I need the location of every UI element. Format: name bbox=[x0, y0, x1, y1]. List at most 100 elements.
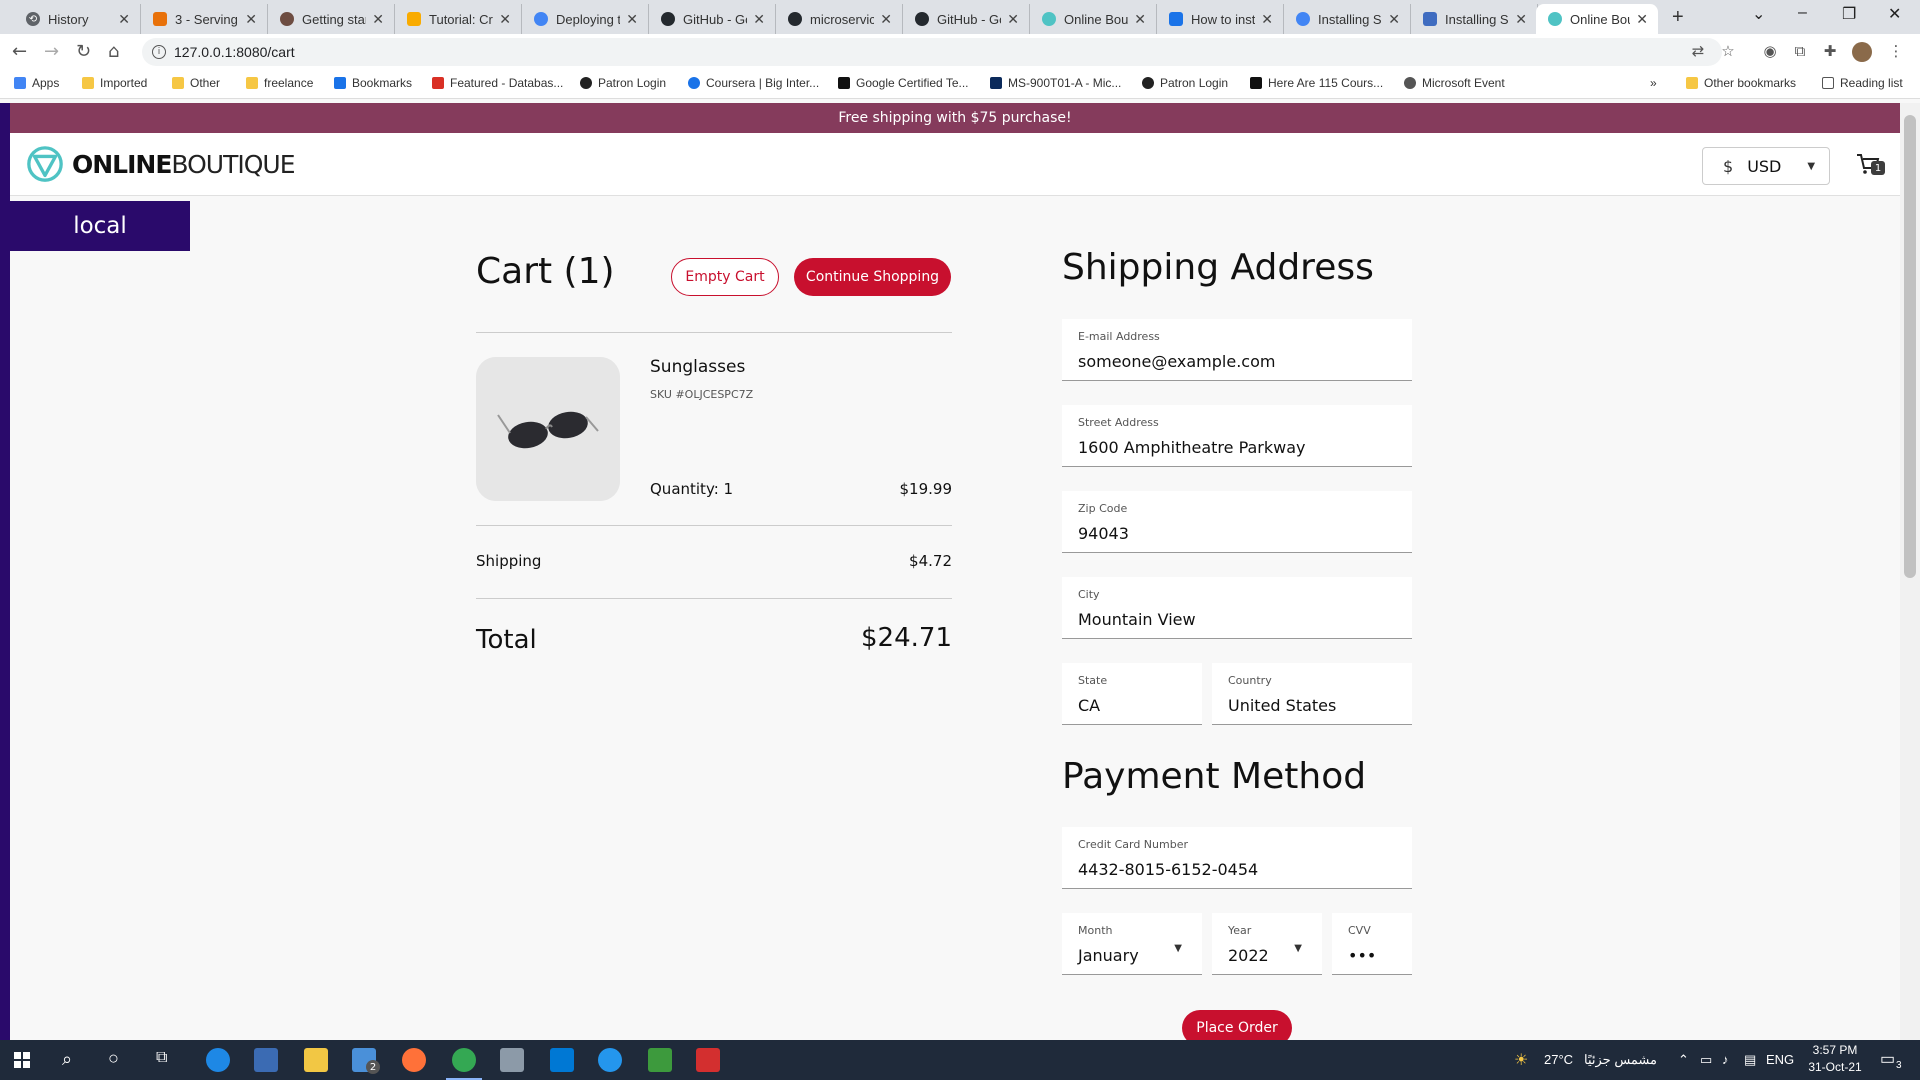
tray-chevron-icon[interactable]: ⌃ bbox=[1678, 1052, 1689, 1068]
bookmark-featured[interactable]: Featured - Databas... bbox=[432, 76, 563, 90]
firefox-icon[interactable] bbox=[402, 1048, 426, 1072]
vscode-icon[interactable] bbox=[550, 1048, 574, 1072]
windows-start-icon[interactable] bbox=[14, 1052, 30, 1068]
close-icon[interactable]: ✕ bbox=[1134, 11, 1146, 28]
notifications-icon[interactable]: ▭ bbox=[1880, 1049, 1895, 1069]
chrome-icon[interactable] bbox=[452, 1048, 476, 1072]
tab-getting-started[interactable]: Getting star ✕ bbox=[268, 4, 395, 34]
home-icon[interactable]: ⌂ bbox=[108, 41, 119, 62]
volume-icon[interactable]: ♪ bbox=[1722, 1052, 1729, 1067]
tab-github-2[interactable]: GitHub - Go ✕ bbox=[903, 4, 1030, 34]
cart-button[interactable]: 1 bbox=[1856, 153, 1886, 179]
menu-dots-icon[interactable]: ⋮ bbox=[1886, 42, 1906, 62]
store-icon[interactable] bbox=[254, 1048, 278, 1072]
display-icon[interactable]: ▤ bbox=[1744, 1052, 1756, 1068]
continue-shopping-button[interactable]: Continue Shopping bbox=[794, 258, 951, 296]
extension-icon[interactable]: ⧉ bbox=[1790, 42, 1810, 62]
bookmark-patron-login-2[interactable]: Patron Login bbox=[1142, 76, 1228, 90]
bookmark-patron-login-1[interactable]: Patron Login bbox=[580, 76, 666, 90]
close-icon[interactable]: ✕ bbox=[753, 11, 765, 28]
bookmark-coursera[interactable]: Coursera | Big Inter... bbox=[688, 76, 819, 90]
product-name[interactable]: Sunglasses bbox=[650, 357, 745, 377]
weather-text[interactable]: مشمس جزئيًا bbox=[1584, 1052, 1657, 1068]
close-icon[interactable]: ✕ bbox=[118, 11, 130, 28]
reading-list[interactable]: Reading list bbox=[1822, 76, 1903, 90]
extension-icon[interactable]: ◉ bbox=[1760, 42, 1780, 62]
close-icon[interactable]: ✕ bbox=[1388, 11, 1400, 28]
address-bar[interactable]: i 127.0.0.1:8080/cart bbox=[142, 38, 1722, 66]
empty-cart-button[interactable]: Empty Cart bbox=[671, 258, 779, 296]
tab-history[interactable]: ⟲ History ✕ bbox=[14, 4, 141, 34]
tab-github-1[interactable]: GitHub - Go ✕ bbox=[649, 4, 776, 34]
tab-online-boutique-1[interactable]: Online Bout ✕ bbox=[1030, 4, 1157, 34]
close-icon[interactable]: ✕ bbox=[1007, 11, 1019, 28]
acrobat-icon[interactable] bbox=[696, 1048, 720, 1072]
window-close-icon[interactable]: ✕ bbox=[1888, 4, 1901, 24]
email-field[interactable]: E-mail Address someone@example.com bbox=[1062, 319, 1412, 381]
bookmark-other-bookmarks[interactable]: Other bookmarks bbox=[1686, 76, 1796, 90]
cvv-field[interactable]: CVV ••• bbox=[1332, 913, 1412, 975]
scrollbar-thumb[interactable] bbox=[1904, 115, 1916, 578]
close-icon[interactable]: ✕ bbox=[880, 11, 892, 28]
bookmarks-overflow-icon[interactable]: » bbox=[1650, 76, 1657, 90]
bookmark-star-icon[interactable]: ☆ bbox=[1718, 42, 1738, 62]
bookmark-microsoft-event[interactable]: Microsoft Event bbox=[1404, 76, 1505, 90]
tab-online-boutique-active[interactable]: Online Bout ✕ bbox=[1536, 4, 1658, 34]
close-icon[interactable]: ✕ bbox=[1261, 11, 1273, 28]
expiry-month-select[interactable]: Month January ▼ bbox=[1062, 913, 1202, 975]
weather-temp[interactable]: 27°C bbox=[1544, 1052, 1573, 1067]
profile-avatar[interactable] bbox=[1852, 42, 1872, 62]
translate-icon[interactable]: ⇄ bbox=[1688, 42, 1708, 62]
product-image-sunglasses[interactable] bbox=[476, 357, 620, 501]
tab-deploying[interactable]: Deploying t ✕ bbox=[522, 4, 649, 34]
bookmark-115-courses[interactable]: Here Are 115 Cours... bbox=[1250, 76, 1383, 90]
tab-installing-1[interactable]: Installing Sk ✕ bbox=[1284, 4, 1411, 34]
tab-search-icon[interactable]: ⌄ bbox=[1752, 4, 1765, 24]
tab-how-to-install[interactable]: How to inst ✕ bbox=[1157, 4, 1284, 34]
page-scrollbar[interactable] bbox=[1900, 103, 1920, 1040]
street-address-field[interactable]: Street Address 1600 Amphitheatre Parkway bbox=[1062, 405, 1412, 467]
app-icon[interactable] bbox=[648, 1048, 672, 1072]
country-field[interactable]: Country United States bbox=[1212, 663, 1412, 725]
close-icon[interactable]: ✕ bbox=[499, 11, 511, 28]
forward-icon[interactable]: → bbox=[44, 41, 59, 62]
tab-serving[interactable]: 3 - Serving ✕ bbox=[141, 4, 268, 34]
credit-card-field[interactable]: Credit Card Number 4432-8015-6152-0454 bbox=[1062, 827, 1412, 889]
currency-selector[interactable]: $ USD ▼ bbox=[1702, 147, 1830, 185]
back-icon[interactable]: ← bbox=[12, 41, 27, 62]
file-explorer-icon[interactable] bbox=[304, 1048, 328, 1072]
bookmark-ms900[interactable]: MS-900T01-A - Mic... bbox=[990, 76, 1121, 90]
network-icon[interactable]: ▭ bbox=[1700, 1052, 1712, 1068]
search-icon[interactable]: ⌕ bbox=[62, 1049, 72, 1070]
mail-icon[interactable]: 2 bbox=[352, 1048, 380, 1074]
close-icon[interactable]: ✕ bbox=[1515, 11, 1527, 28]
expiry-year-select[interactable]: Year 2022 ▼ bbox=[1212, 913, 1322, 975]
bookmark-other[interactable]: Other bbox=[172, 76, 220, 90]
site-logo[interactable]: ONLINE BOUTIQUE bbox=[26, 145, 296, 183]
close-icon[interactable]: ✕ bbox=[1636, 11, 1648, 28]
new-tab-icon[interactable]: + bbox=[1672, 6, 1684, 29]
bookmark-freelance[interactable]: freelance bbox=[246, 76, 313, 90]
system-clock[interactable]: 3:57 PM 31-Oct-21 bbox=[1800, 1042, 1870, 1076]
close-icon[interactable]: ✕ bbox=[245, 11, 257, 28]
tab-installing-2[interactable]: Installing Sk ✕ bbox=[1411, 4, 1538, 34]
app-icon[interactable] bbox=[500, 1048, 524, 1072]
task-view-icon[interactable]: ⧉ bbox=[156, 1049, 167, 1067]
city-field[interactable]: City Mountain View bbox=[1062, 577, 1412, 639]
restore-icon[interactable]: ❐ bbox=[1842, 4, 1856, 24]
edge-icon[interactable] bbox=[206, 1048, 230, 1072]
docker-icon[interactable] bbox=[598, 1048, 622, 1072]
reload-icon[interactable]: ↻ bbox=[76, 41, 91, 62]
bookmark-imported[interactable]: Imported bbox=[82, 76, 147, 90]
bookmark-bookmarks[interactable]: Bookmarks bbox=[334, 76, 412, 90]
language-indicator[interactable]: ENG bbox=[1766, 1052, 1794, 1067]
site-info-icon[interactable]: i bbox=[152, 45, 166, 59]
cortana-icon[interactable]: ○ bbox=[108, 1048, 119, 1069]
extensions-puzzle-icon[interactable]: ✚ bbox=[1820, 42, 1840, 62]
state-field[interactable]: State CA bbox=[1062, 663, 1202, 725]
close-icon[interactable]: ✕ bbox=[372, 11, 384, 28]
zip-code-field[interactable]: Zip Code 94043 bbox=[1062, 491, 1412, 553]
tab-microservices[interactable]: microservic ✕ bbox=[776, 4, 903, 34]
close-icon[interactable]: ✕ bbox=[626, 11, 638, 28]
weather-icon[interactable]: ☀ bbox=[1514, 1050, 1528, 1070]
